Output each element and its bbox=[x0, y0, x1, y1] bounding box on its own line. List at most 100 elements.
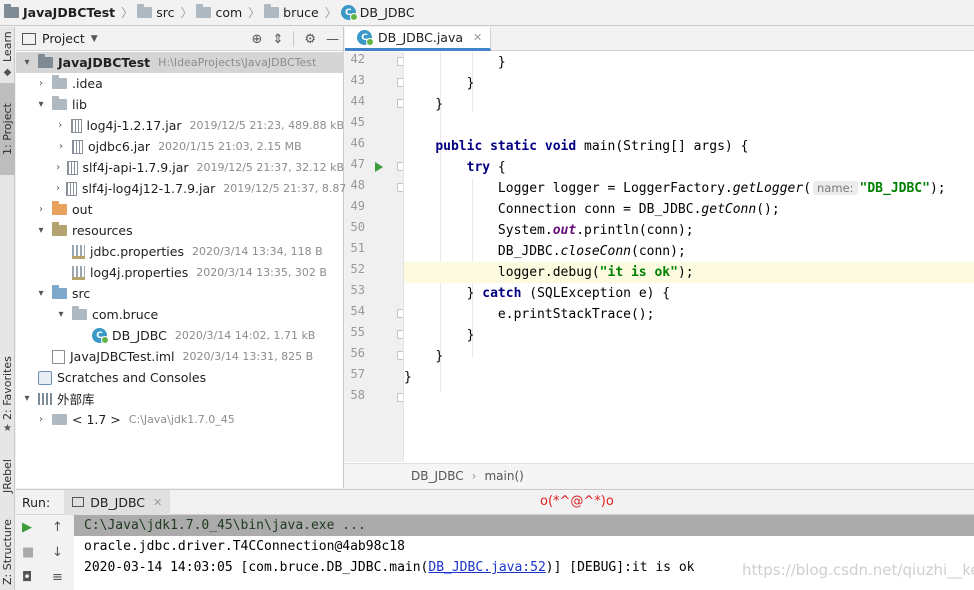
code-line: public static void main(String[] args) { bbox=[404, 136, 974, 157]
tree-item-iml[interactable]: JavaJDBCTest.iml 2020/3/14 13:31, 825 B bbox=[16, 346, 344, 367]
locate-target-icon[interactable]: ⊕ bbox=[252, 32, 263, 47]
line-number: 54 bbox=[350, 304, 365, 318]
tree-item-meta: 2019/12/5 21:37, 8.87 kB bbox=[223, 182, 364, 195]
breadcrumb-class[interactable]: C DB_JDBC bbox=[339, 0, 419, 26]
code-text: e.printStackTrace(); bbox=[497, 307, 655, 322]
chevron-right-icon[interactable]: › bbox=[56, 162, 61, 173]
tree-item-label: Scratches and Consoles bbox=[57, 370, 207, 385]
source-link[interactable]: DB_JDBC.java:52 bbox=[428, 560, 545, 575]
scroll-up-icon[interactable]: ↑ bbox=[52, 520, 63, 535]
chevron-right-icon[interactable]: › bbox=[56, 183, 60, 194]
structure-crumb-class[interactable]: DB_JDBC bbox=[411, 469, 464, 483]
structure-crumb-method[interactable]: main() bbox=[484, 469, 523, 483]
breadcrumb-src[interactable]: src bbox=[135, 0, 178, 26]
breadcrumb-bruce[interactable]: bruce bbox=[262, 0, 323, 26]
chevron-down-icon[interactable]: ▾ bbox=[56, 309, 66, 320]
tree-item-jdk[interactable]: › < 1.7 > C:\Java\jdk1.7.0_45 bbox=[16, 409, 344, 430]
jrebel-tool-label: JRebel bbox=[1, 459, 14, 493]
code-area[interactable]: } } } public static void main(String[] a… bbox=[403, 52, 974, 462]
line-number: 44 bbox=[350, 94, 365, 108]
chevron-down-icon[interactable]: ▼ bbox=[91, 34, 98, 44]
tree-item-jar[interactable]: › slf4j-log4j12-1.7.9.jar 2019/12/5 21:3… bbox=[16, 178, 364, 199]
code-text: System. bbox=[497, 223, 553, 238]
code-text: (); bbox=[756, 202, 780, 217]
chevron-down-icon[interactable]: ▾ bbox=[36, 288, 46, 299]
tree-item-label: 外部库 bbox=[57, 392, 95, 407]
close-icon[interactable]: ✕ bbox=[153, 496, 162, 509]
chevron-down-icon[interactable]: ▾ bbox=[22, 57, 32, 68]
tree-item-scratches[interactable]: Scratches and Consoles bbox=[16, 367, 344, 388]
jar-icon bbox=[66, 160, 78, 175]
tree-item-package[interactable]: ▾ com.bruce bbox=[16, 304, 344, 325]
tree-item-meta: H:\IdeaProjects\JavaJDBCTest bbox=[158, 56, 317, 69]
code-method: getLogger bbox=[732, 181, 804, 196]
code-text: Connection conn = DB_JDBC. bbox=[497, 202, 702, 217]
tree-item-jar[interactable]: › ojdbc6.jar 2020/1/15 21:03, 2.15 MB bbox=[16, 136, 344, 157]
tree-item-label: JavaJDBCTest bbox=[58, 55, 151, 70]
project-panel-title[interactable]: Project bbox=[42, 31, 85, 46]
tree-item-lib[interactable]: ▾ lib bbox=[16, 94, 344, 115]
java-class-icon: C bbox=[357, 30, 374, 46]
chevron-right-icon[interactable]: › bbox=[36, 414, 46, 425]
tree-item-resources[interactable]: ▾ resources bbox=[16, 220, 344, 241]
breadcrumb-separator-icon: 〉 bbox=[324, 6, 337, 20]
tree-item-src[interactable]: ▾ src bbox=[16, 283, 344, 304]
chevron-down-icon[interactable]: ▾ bbox=[36, 99, 46, 110]
run-tool-window: Run: DB_JDBC ✕ o(*^@^*)o ▶ ↑ ■ ↓ ◘ ≡ C:\… bbox=[16, 489, 974, 590]
run-tab-db-jdbc[interactable]: DB_JDBC ✕ bbox=[64, 489, 171, 515]
breadcrumb-separator-icon: 〉 bbox=[180, 6, 193, 20]
folder-icon bbox=[137, 4, 153, 18]
tree-item-external-libraries[interactable]: ▾ 外部库 bbox=[16, 388, 344, 409]
learn-tool-button[interactable]: Learn bbox=[0, 29, 15, 65]
tree-item-idea[interactable]: › .idea bbox=[16, 73, 344, 94]
chevron-right-icon[interactable]: › bbox=[56, 141, 66, 152]
close-icon[interactable]: ✕ bbox=[473, 31, 482, 44]
editor-tab-db-jdbc[interactable]: C DB_JDBC.java ✕ bbox=[345, 27, 492, 51]
scroll-down-icon[interactable]: ↓ bbox=[52, 545, 63, 560]
breadcrumb-com[interactable]: com bbox=[194, 0, 246, 26]
tree-item-class[interactable]: C DB_JDBC 2020/3/14 14:02, 1.71 kB bbox=[16, 325, 344, 346]
collapse-all-icon[interactable]: ⇕ bbox=[272, 32, 283, 47]
jrebel-tool-button[interactable]: JRebel bbox=[0, 451, 15, 501]
code-string: "it is ok" bbox=[599, 265, 678, 280]
tree-item-label: slf4j-api-1.7.9.jar bbox=[82, 160, 189, 175]
code-keyword: public static void bbox=[435, 139, 577, 154]
scratches-icon bbox=[38, 370, 52, 385]
tree-item-out[interactable]: › out bbox=[16, 199, 344, 220]
breadcrumb-bruce-label: bruce bbox=[283, 5, 319, 20]
rerun-icon[interactable]: ▶ bbox=[22, 520, 32, 535]
code-text: ); bbox=[929, 181, 946, 196]
tree-item-meta: 2020/3/14 13:35, 302 B bbox=[196, 266, 327, 279]
chevron-down-icon[interactable]: ▾ bbox=[22, 393, 32, 404]
properties-file-icon bbox=[72, 265, 85, 280]
code-method: closeConn bbox=[560, 244, 631, 259]
toolbar-divider bbox=[293, 31, 295, 47]
breadcrumb-separator-icon: 〉 bbox=[121, 6, 134, 20]
favorites-tool-button[interactable]: 2: Favorites bbox=[0, 353, 15, 423]
soft-wrap-icon[interactable]: ≡ bbox=[52, 570, 63, 585]
tree-item-properties[interactable]: log4j.properties 2020/3/14 13:35, 302 B bbox=[16, 262, 344, 283]
chevron-right-icon[interactable]: › bbox=[56, 120, 65, 131]
code-text: logger.debug( bbox=[497, 265, 600, 280]
stop-icon[interactable]: ■ bbox=[22, 545, 34, 560]
breadcrumb-project[interactable]: JavaJDBCTest bbox=[2, 0, 119, 26]
structure-tool-button[interactable]: Z: Structure bbox=[0, 517, 15, 587]
tree-item-label: slf4j-log4j12-1.7.9.jar bbox=[82, 181, 216, 196]
tree-item-properties[interactable]: jdbc.properties 2020/3/14 13:34, 118 B bbox=[16, 241, 344, 262]
chevron-right-icon[interactable]: › bbox=[36, 78, 46, 89]
gear-icon[interactable]: ⚙ bbox=[304, 32, 316, 47]
line-number: 42 bbox=[350, 52, 365, 66]
tree-item-project-root[interactable]: ▾ JavaJDBCTest H:\IdeaProjects\JavaJDBCT… bbox=[16, 52, 344, 73]
chevron-down-icon[interactable]: ▾ bbox=[36, 225, 46, 236]
star-icon: ★ bbox=[3, 423, 12, 434]
tree-item-jar[interactable]: › slf4j-api-1.7.9.jar 2019/12/5 21:37, 3… bbox=[16, 157, 344, 178]
camera-icon[interactable]: ◘ bbox=[22, 570, 32, 585]
editor-gutter[interactable]: 42 43 44 45 46 47 48 49 50 51 52 53 54 5… bbox=[345, 52, 406, 462]
code-text: (conn); bbox=[631, 244, 686, 259]
chevron-right-icon[interactable]: › bbox=[36, 204, 46, 215]
run-gutter-icon[interactable] bbox=[375, 162, 383, 172]
hide-panel-icon[interactable]: — bbox=[326, 32, 339, 47]
tree-item-jar[interactable]: › log4j-1.2.17.jar 2019/12/5 21:23, 489.… bbox=[16, 115, 344, 136]
project-tool-button[interactable]: 1: Project bbox=[0, 83, 15, 175]
folder-icon bbox=[52, 96, 67, 110]
